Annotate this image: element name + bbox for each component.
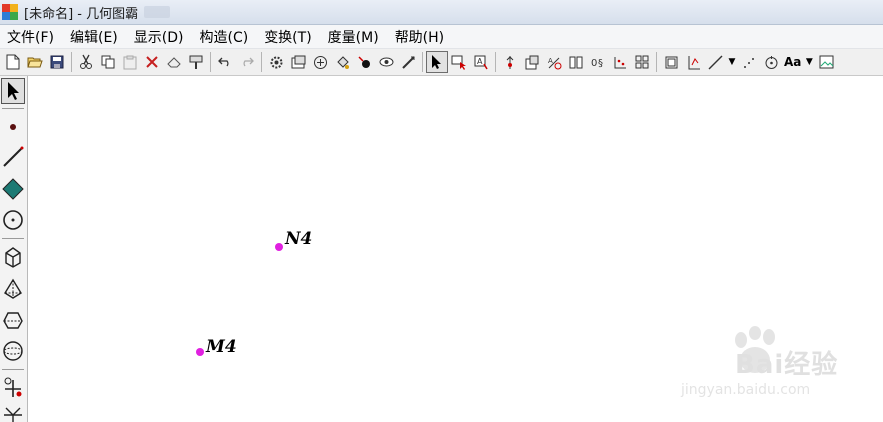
trace-icon[interactable] bbox=[397, 51, 419, 73]
open-folder-icon[interactable] bbox=[24, 51, 46, 73]
copy-icon[interactable] bbox=[97, 51, 119, 73]
show-hide-icon[interactable] bbox=[375, 51, 397, 73]
color-fill-icon[interactable] bbox=[331, 51, 353, 73]
line-style-icon[interactable] bbox=[704, 51, 726, 73]
palette-separator bbox=[2, 369, 24, 370]
point-m4-label[interactable]: M4 bbox=[206, 337, 237, 357]
title-bar: [未命名] - 几何图霸 bbox=[0, 0, 883, 25]
point-n4-label[interactable]: N4 bbox=[285, 229, 312, 249]
svg-text:§: § bbox=[598, 58, 603, 69]
paste-icon[interactable] bbox=[119, 51, 141, 73]
eraser-icon[interactable] bbox=[163, 51, 185, 73]
transform-icon[interactable]: A bbox=[543, 51, 565, 73]
menu-transform[interactable]: 变换(T) bbox=[259, 25, 316, 49]
title-suffix-blur bbox=[144, 6, 171, 18]
sphere-tool-icon[interactable] bbox=[1, 338, 25, 364]
point-color-icon[interactable] bbox=[353, 51, 375, 73]
toolbar: A A 0 § ▼ Aa ▼ bbox=[0, 49, 883, 76]
point-m4[interactable] bbox=[196, 348, 204, 356]
animation-icon[interactable] bbox=[309, 51, 331, 73]
toolbar-separator bbox=[495, 52, 496, 72]
axis-grid-icon[interactable] bbox=[682, 51, 704, 73]
line-style-dropdown-icon[interactable]: ▼ bbox=[726, 57, 738, 67]
segment-tool-icon[interactable] bbox=[1, 144, 25, 170]
tool-palette bbox=[0, 76, 28, 422]
coordinate-icon[interactable] bbox=[565, 51, 587, 73]
more-tools-icon[interactable] bbox=[1, 402, 25, 422]
redo-icon[interactable] bbox=[236, 51, 258, 73]
polygon-tool-icon[interactable] bbox=[1, 176, 25, 202]
dot-grid-icon[interactable] bbox=[609, 51, 631, 73]
picture-icon[interactable] bbox=[815, 51, 837, 73]
undo-icon[interactable] bbox=[214, 51, 236, 73]
pyramid-tool-icon[interactable] bbox=[1, 276, 25, 302]
function-icon[interactable]: 0 § bbox=[587, 51, 609, 73]
circle-tool-icon[interactable] bbox=[1, 207, 25, 233]
toolbar-separator bbox=[422, 52, 423, 72]
properties-icon[interactable] bbox=[287, 51, 309, 73]
menu-help[interactable]: 帮助(H) bbox=[390, 25, 449, 49]
svg-text:0: 0 bbox=[591, 58, 597, 69]
cut-icon[interactable] bbox=[75, 51, 97, 73]
app-logo-icon bbox=[2, 4, 18, 20]
point-tool-icon[interactable] bbox=[1, 114, 25, 140]
menu-construct[interactable]: 构造(C) bbox=[194, 25, 253, 49]
prism-tool-icon[interactable] bbox=[1, 307, 25, 333]
window-title: [未命名] - 几何图霸 bbox=[24, 6, 139, 22]
svg-text:A: A bbox=[477, 57, 483, 66]
point-n4[interactable] bbox=[275, 243, 283, 251]
menu-edit[interactable]: 编辑(E) bbox=[65, 25, 123, 49]
delete-icon[interactable] bbox=[141, 51, 163, 73]
menu-measure[interactable]: 度量(M) bbox=[323, 25, 384, 49]
select-arrow-tool-icon[interactable] bbox=[1, 78, 25, 104]
circle-tool-icon[interactable] bbox=[760, 51, 782, 73]
baidu-jingyan-watermark: Bai经验 jingyan.baidu.com bbox=[677, 326, 847, 406]
settings-icon[interactable] bbox=[265, 51, 287, 73]
watermark-url: jingyan.baidu.com bbox=[681, 382, 811, 398]
toolbar-separator bbox=[656, 52, 657, 72]
custom-tool-icon[interactable] bbox=[1, 374, 25, 400]
menu-file[interactable]: 文件(F) bbox=[2, 25, 59, 49]
label-tool-icon[interactable] bbox=[448, 51, 470, 73]
toolbar-separator bbox=[210, 52, 211, 72]
cube-tool-icon[interactable] bbox=[1, 244, 25, 270]
palette-separator bbox=[2, 108, 24, 109]
frame-icon[interactable] bbox=[631, 51, 653, 73]
toolbar-separator bbox=[71, 52, 72, 72]
format-brush-icon[interactable] bbox=[185, 51, 207, 73]
toolbar-separator bbox=[261, 52, 262, 72]
measure-icon[interactable] bbox=[521, 51, 543, 73]
axis-icon[interactable] bbox=[660, 51, 682, 73]
palette-separator bbox=[2, 238, 24, 239]
point-style-icon[interactable] bbox=[738, 51, 760, 73]
watermark-brand: Bai经验 bbox=[735, 350, 839, 380]
save-icon[interactable] bbox=[46, 51, 68, 73]
selection-arrow-icon[interactable] bbox=[426, 51, 448, 73]
new-file-icon[interactable] bbox=[2, 51, 24, 73]
font-button[interactable]: Aa bbox=[782, 55, 803, 69]
font-dropdown-icon[interactable]: ▼ bbox=[803, 57, 815, 67]
text-tool-icon[interactable]: A bbox=[470, 51, 492, 73]
construct-icon[interactable] bbox=[499, 51, 521, 73]
menu-display[interactable]: 显示(D) bbox=[129, 25, 189, 49]
menu-bar: 文件(F) 编辑(E) 显示(D) 构造(C) 变换(T) 度量(M) 帮助(H… bbox=[0, 25, 883, 49]
svg-text:A: A bbox=[548, 57, 553, 65]
